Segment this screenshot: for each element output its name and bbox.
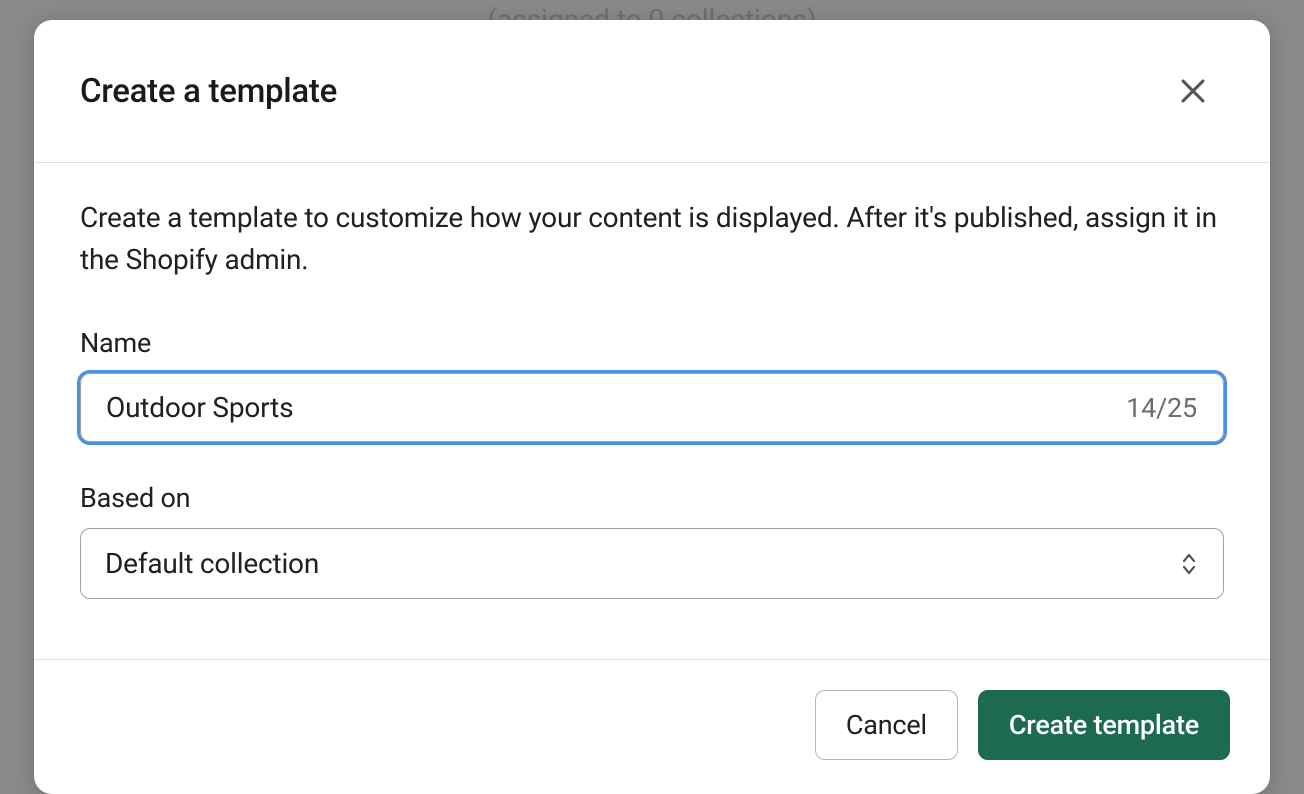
based-on-select[interactable]: Default collection xyxy=(80,528,1224,599)
modal-body: Create a template to customize how your … xyxy=(34,163,1270,659)
char-count: 14/25 xyxy=(1126,392,1197,424)
name-label: Name xyxy=(80,327,1224,359)
modal-description: Create a template to customize how your … xyxy=(80,197,1224,281)
create-template-modal: Create a template Create a template to c… xyxy=(34,20,1270,794)
cancel-button[interactable]: Cancel xyxy=(815,690,958,760)
create-template-button[interactable]: Create template xyxy=(978,690,1230,760)
name-input-wrapper: 14/25 xyxy=(80,373,1224,442)
modal-footer: Cancel Create template xyxy=(34,659,1270,794)
based-on-label: Based on xyxy=(80,482,1224,514)
modal-title: Create a template xyxy=(80,72,337,111)
based-on-value: Default collection xyxy=(81,529,1223,598)
close-button[interactable] xyxy=(1172,70,1214,112)
modal-header: Create a template xyxy=(34,20,1270,163)
name-input[interactable] xyxy=(84,377,1220,438)
close-icon xyxy=(1176,74,1210,108)
